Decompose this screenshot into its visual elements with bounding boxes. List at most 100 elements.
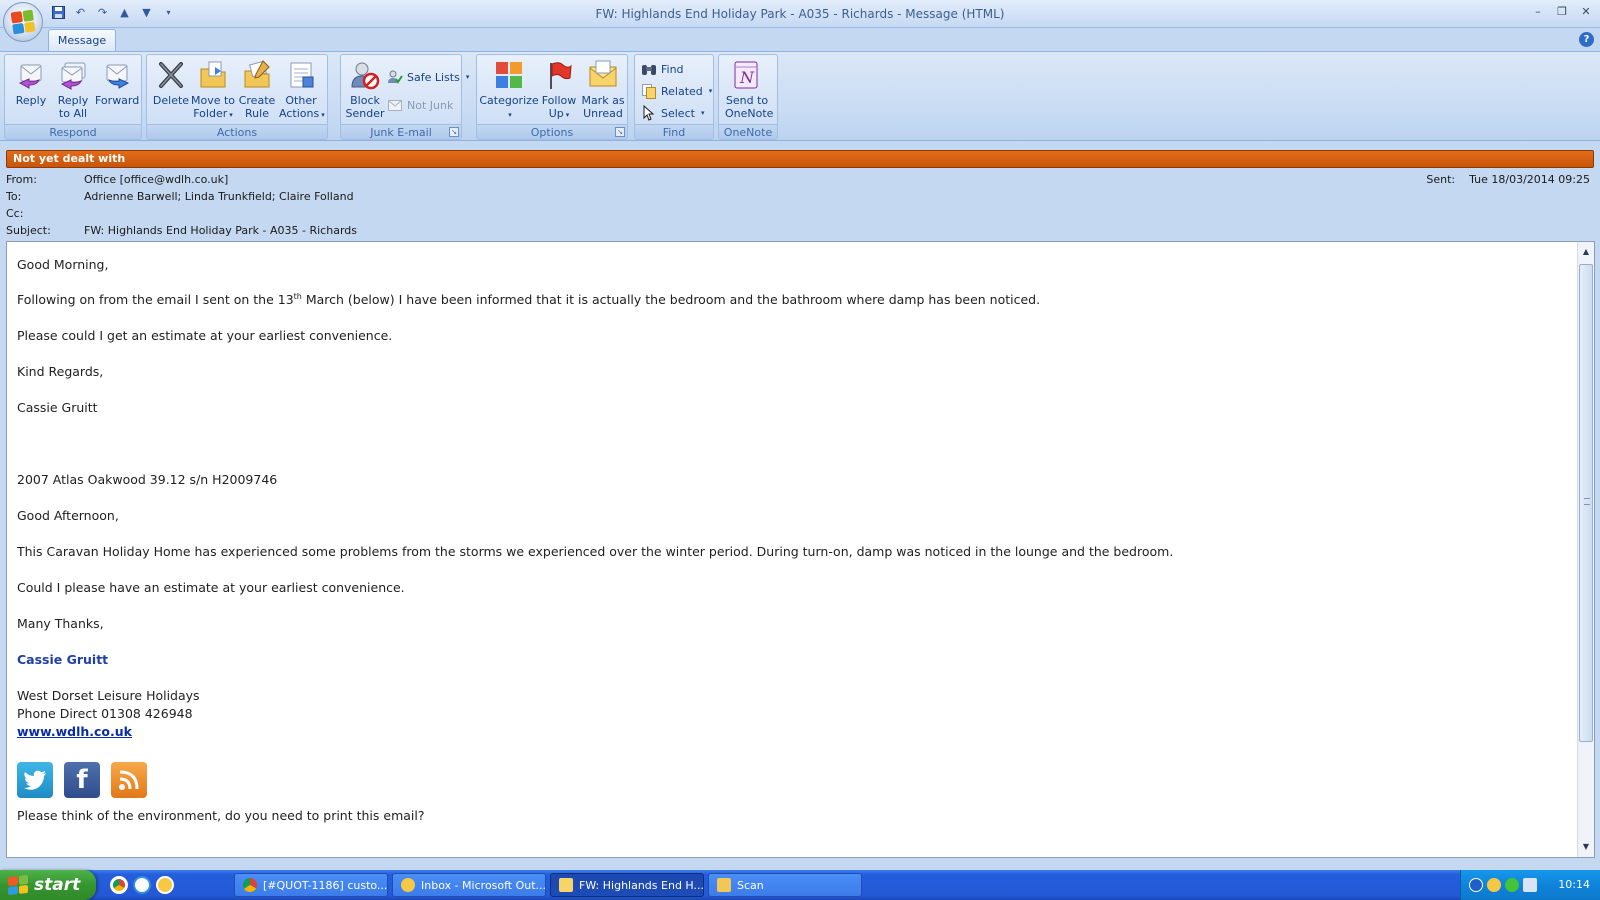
to-value[interactable]: Adrienne Barwell; Linda Trunkfield; Clai… (84, 188, 354, 205)
safe-lists-icon (387, 69, 403, 85)
forward-button[interactable]: Forward (95, 57, 139, 123)
related-button[interactable]: Related ▾ (641, 81, 712, 101)
not-junk-button[interactable]: Not Junk (387, 95, 453, 115)
junk-dialog-launcher[interactable]: ↘ (449, 127, 459, 137)
close-button[interactable]: ✕ (1578, 4, 1594, 20)
safe-lists-button[interactable]: Safe Lists ▾ (387, 67, 469, 87)
sent-row: Sent: Tue 18/03/2014 09:25 (1426, 173, 1590, 186)
other-actions-button[interactable]: Other Actions ▾ (279, 57, 325, 123)
ribbon-tab-row: Message ? (0, 28, 1600, 52)
group-onenote: N Send to OneNote OneNote (718, 54, 778, 140)
group-label-junk-email: Junk E-mail (341, 124, 461, 139)
outlook-icon[interactable] (156, 876, 174, 894)
scrollbar-thumb[interactable] (1579, 264, 1593, 742)
block-sender-icon (349, 59, 381, 91)
paragraph-2: Please could I get an estimate at your e… (17, 328, 393, 343)
categorize-button[interactable]: Categorize ▾ (479, 57, 539, 123)
delete-icon (155, 59, 187, 91)
reply-all-button[interactable]: Reply to All (51, 57, 95, 123)
onenote-icon: N (731, 59, 763, 91)
sent-value: Tue 18/03/2014 09:25 (1469, 173, 1590, 186)
cursor-arrow-icon (641, 104, 657, 121)
group-label-respond: Respond (5, 124, 141, 139)
forwarded-closing: Many Thanks, (17, 616, 104, 631)
svg-text:N: N (739, 68, 755, 87)
select-button[interactable]: Select ▾ (641, 103, 704, 123)
subject-value: FW: Highlands End Holiday Park - A035 - … (84, 224, 357, 237)
group-junk-email: Block Sender Safe Lists ▾ Not Junk Junk E… (340, 54, 469, 140)
signature-website-link[interactable]: www.wdlh.co.uk (17, 724, 132, 739)
scroll-down-icon[interactable]: ▼ (1578, 839, 1594, 855)
title-bar: ↶ ↷ ▲ ▼ ▾ FW: Highlands End Holiday Park… (0, 0, 1600, 28)
reply-button[interactable]: Reply (9, 57, 53, 123)
forwarded-greeting: Good Afternoon, (17, 508, 119, 523)
closing: Kind Regards, (17, 364, 104, 379)
office-button[interactable] (3, 2, 43, 42)
chrome-icon (243, 878, 257, 892)
outlook-icon (401, 878, 415, 892)
message-body[interactable]: Good Morning, Following on from the emai… (6, 241, 1595, 858)
follow-up-flag-icon (543, 59, 575, 91)
tray-status-icon[interactable] (1505, 878, 1519, 892)
help-icon[interactable]: ? (1579, 32, 1594, 47)
maximize-button[interactable]: ❐ (1554, 4, 1570, 20)
send-to-onenote-button[interactable]: N Send to OneNote (725, 57, 773, 123)
tray-arrow-icon[interactable] (1469, 878, 1483, 892)
windows-flag-icon (8, 874, 28, 896)
group-respond: Reply Reply to All Forward Respond (4, 54, 142, 140)
start-button[interactable]: start (0, 870, 96, 900)
group-label-onenote: OneNote (719, 124, 777, 139)
taskbar-item-message[interactable]: FW: Highlands End H... (550, 873, 704, 897)
ribbon: Reply Reply to All Forward Respond Delet… (0, 51, 1600, 141)
tab-message[interactable]: Message (48, 29, 116, 52)
taskbar: start [#QUOT-1186] custo... Inbox - Micr… (0, 870, 1600, 900)
mark-as-unread-button[interactable]: Mark as Unread (581, 57, 625, 123)
taskbar-item-inbox[interactable]: Inbox - Microsoft Out... (392, 873, 546, 897)
signature-phone: Phone Direct 01308 426948 (17, 706, 193, 721)
create-rule-icon (241, 59, 273, 91)
folder-icon (717, 878, 731, 892)
internet-explorer-icon[interactable] (133, 876, 151, 894)
facebook-icon[interactable]: f (64, 762, 100, 798)
environment-footer: Please think of the environment, do you … (17, 808, 425, 823)
reply-icon (15, 59, 47, 91)
group-label-find: Find (635, 124, 713, 139)
from-value[interactable]: Office [office@wdlh.co.uk] (84, 171, 228, 188)
options-dialog-launcher[interactable]: ↘ (615, 127, 625, 137)
info-bar: Not yet dealt with (6, 150, 1594, 168)
window-controls: – ❐ ✕ (1530, 4, 1594, 20)
categorize-icon (493, 59, 525, 91)
forwarded-paragraph-2: Could I please have an estimate at your … (17, 580, 405, 595)
group-actions: Delete Move to Folder ▾ Create Rule Other… (146, 54, 328, 140)
forwarded-reference: 2007 Atlas Oakwood 39.12 s/n H2009746 (17, 472, 278, 487)
create-rule-button[interactable]: Create Rule (235, 57, 279, 123)
taskbar-item-scan[interactable]: Scan (708, 873, 862, 897)
move-to-folder-button[interactable]: Move to Folder ▾ (191, 57, 235, 123)
sender-name: Cassie Gruitt (17, 400, 98, 415)
system-tray: 10:14 (1460, 870, 1600, 900)
block-sender-button[interactable]: Block Sender (343, 57, 387, 123)
office-logo-icon (10, 9, 36, 35)
vertical-scrollbar[interactable]: ▲ ▼ (1577, 242, 1594, 857)
move-to-folder-icon (197, 59, 229, 91)
reply-all-icon (57, 59, 89, 91)
paragraph-1: Following on from the email I sent on th… (17, 292, 1041, 308)
clock: 10:14 (1558, 878, 1590, 891)
taskbar-item-quote[interactable]: [#QUOT-1186] custo... (234, 873, 388, 897)
forwarded-paragraph-1: This Caravan Holiday Home has experience… (17, 544, 1174, 559)
tray-network-icon[interactable] (1523, 878, 1537, 892)
twitter-icon[interactable] (17, 762, 53, 798)
find-button[interactable]: Find (641, 59, 684, 79)
chrome-icon[interactable] (110, 876, 128, 894)
minimize-button[interactable]: – (1530, 4, 1546, 20)
related-icon (641, 83, 657, 99)
scroll-up-icon[interactable]: ▲ (1578, 244, 1594, 260)
group-label-actions: Actions (147, 124, 327, 139)
tray-outlook-icon[interactable] (1487, 878, 1501, 892)
delete-button[interactable]: Delete (149, 57, 193, 123)
signature-company: West Dorset Leisure Holidays (17, 688, 200, 703)
envelope-icon (559, 878, 573, 892)
rss-icon[interactable] (111, 762, 147, 798)
forward-icon (101, 59, 133, 91)
follow-up-button[interactable]: Follow Up ▾ (537, 57, 581, 123)
